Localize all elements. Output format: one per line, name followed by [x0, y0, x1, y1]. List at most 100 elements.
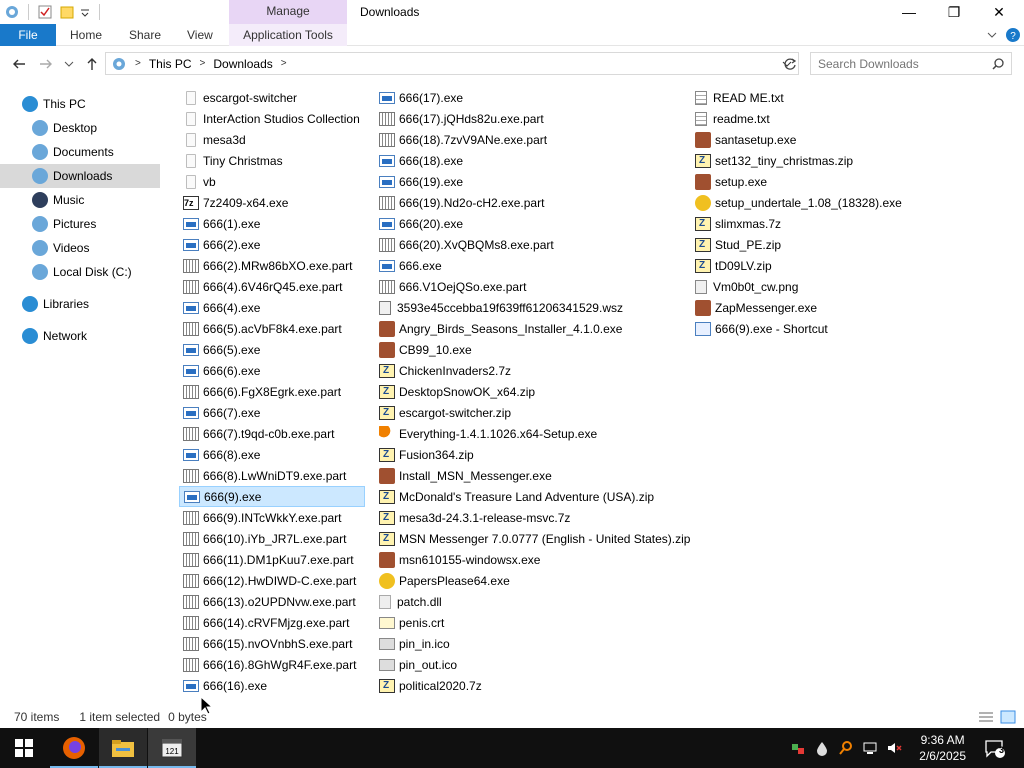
file-item[interactable]: escargot-switcher.zip: [375, 402, 685, 423]
file-item[interactable]: 3593e45ccebba19f639ff61206341529.wsz: [375, 297, 685, 318]
breadcrumb-separator[interactable]: >: [279, 58, 289, 69]
file-item[interactable]: Tiny Christmas: [179, 150, 364, 171]
nav-item-local-disk-c[interactable]: Local Disk (C:): [0, 260, 170, 284]
file-item[interactable]: 666(10).iYb_JR7L.exe.part: [179, 528, 364, 549]
file-item[interactable]: 666(11).DM1pKuu7.exe.part: [179, 549, 364, 570]
file-item[interactable]: 666(16).exe: [179, 675, 364, 696]
nav-item-pictures[interactable]: Pictures: [0, 212, 170, 236]
large-icons-view-icon[interactable]: [1000, 710, 1016, 724]
file-item[interactable]: 666(19).Nd2o-cH2.exe.part: [375, 192, 685, 213]
file-item[interactable]: PapersPlease64.exe: [375, 570, 685, 591]
file-item[interactable]: 666(9).exe - Shortcut: [691, 318, 991, 339]
expand-ribbon-icon[interactable]: [986, 29, 998, 41]
file-item[interactable]: 666(7).exe: [179, 402, 364, 423]
file-item[interactable]: patch.dll: [375, 591, 685, 612]
file-item[interactable]: pin_out.ico: [375, 654, 685, 675]
breadcrumb-separator[interactable]: >: [133, 58, 143, 69]
tab-share[interactable]: Share: [129, 24, 161, 46]
file-item[interactable]: READ ME.txt: [691, 87, 991, 108]
file-item[interactable]: 666(9).exe: [179, 486, 365, 507]
file-item[interactable]: 666(5).exe: [179, 339, 364, 360]
file-item[interactable]: 666(2).exe: [179, 234, 364, 255]
up-button[interactable]: [82, 54, 102, 74]
forward-button[interactable]: [36, 54, 56, 74]
file-item[interactable]: set132_tiny_christmas.zip: [691, 150, 991, 171]
file-item[interactable]: 666(6).FgX8Egrk.exe.part: [179, 381, 364, 402]
nav-item-this-pc[interactable]: This PC: [0, 92, 170, 116]
file-item[interactable]: Stud_PE.zip: [691, 234, 991, 255]
search-input[interactable]: [811, 56, 992, 71]
file-item[interactable]: Angry_Birds_Seasons_Installer_4.1.0.exe: [375, 318, 685, 339]
file-item[interactable]: 666(8).exe: [179, 444, 364, 465]
tab-application-tools[interactable]: Application Tools: [229, 24, 347, 46]
file-item[interactable]: escargot-switcher: [179, 87, 364, 108]
file-item[interactable]: slimxmas.7z: [691, 213, 991, 234]
file-item[interactable]: InterAction Studios Collection: [179, 108, 364, 129]
nav-item-documents[interactable]: Documents: [0, 140, 170, 164]
system-clock[interactable]: 9:36 AM 2/6/2025: [919, 732, 966, 764]
file-item[interactable]: 666(4).exe: [179, 297, 364, 318]
file-item[interactable]: setup.exe: [691, 171, 991, 192]
nav-item-downloads[interactable]: Downloads: [0, 164, 160, 188]
customize-qat-icon[interactable]: [79, 4, 91, 20]
file-item[interactable]: 666(20).XvQBQMs8.exe.part: [375, 234, 685, 255]
file-item[interactable]: pin_in.ico: [375, 633, 685, 654]
file-item[interactable]: 666(20).exe: [375, 213, 685, 234]
minimize-button[interactable]: —: [886, 0, 932, 24]
file-item[interactable]: vb: [179, 171, 364, 192]
properties-icon[interactable]: [37, 4, 53, 20]
tab-view[interactable]: View: [187, 24, 213, 46]
file-item[interactable]: 666.V1OejQSo.exe.part: [375, 276, 685, 297]
file-item[interactable]: ZapMessenger.exe: [691, 297, 991, 318]
new-folder-icon[interactable]: [59, 4, 75, 20]
file-item[interactable]: 666(14).cRVFMjzg.exe.part: [179, 612, 364, 633]
tab-home[interactable]: Home: [70, 24, 102, 46]
search-box[interactable]: [810, 52, 1012, 75]
file-item[interactable]: santasetup.exe: [691, 129, 991, 150]
file-item[interactable]: 666(1).exe: [179, 213, 364, 234]
details-view-icon[interactable]: [978, 710, 994, 724]
taskbar-firefox[interactable]: [50, 728, 98, 768]
file-item[interactable]: 666(6).exe: [179, 360, 364, 381]
maximize-button[interactable]: ❐: [931, 0, 977, 24]
taskbar-file-explorer[interactable]: [99, 728, 147, 768]
breadcrumb-downloads[interactable]: Downloads: [207, 57, 278, 71]
file-item[interactable]: political2020.7z: [375, 675, 685, 696]
file-item[interactable]: DesktopSnowOK_x64.zip: [375, 381, 685, 402]
close-button[interactable]: ✕: [976, 0, 1022, 24]
file-item[interactable]: 666.exe: [375, 255, 685, 276]
nav-item-music[interactable]: Music: [0, 188, 170, 212]
file-item[interactable]: mesa3d-24.3.1-release-msvc.7z: [375, 507, 685, 528]
start-button[interactable]: [0, 728, 48, 768]
tray-network-icon[interactable]: [862, 740, 878, 756]
file-item[interactable]: 666(9).INTcWkkY.exe.part: [179, 507, 364, 528]
explorer-app-icon[interactable]: [4, 4, 20, 20]
file-item[interactable]: Vm0b0t_cw.png: [691, 276, 991, 297]
file-item[interactable]: MSN Messenger 7.0.0777 (English - United…: [375, 528, 690, 549]
file-item[interactable]: 666(16).8GhWgR4F.exe.part: [179, 654, 364, 675]
search-icon[interactable]: [992, 57, 1004, 70]
file-item[interactable]: Fusion364.zip: [375, 444, 685, 465]
tray-network-adapter-icon[interactable]: [790, 740, 806, 756]
file-item[interactable]: setup_undertale_1.08_(18328).exe: [691, 192, 991, 213]
breadcrumb-this-pc[interactable]: This PC: [143, 57, 198, 71]
recent-locations-button[interactable]: [62, 54, 76, 74]
action-center-button[interactable]: 3: [970, 728, 1018, 768]
file-item[interactable]: 666(18).7zvV9ANe.exe.part: [375, 129, 685, 150]
nav-item-videos[interactable]: Videos: [0, 236, 170, 260]
file-item[interactable]: msn610155-windowsx.exe: [375, 549, 685, 570]
tray-volume-muted-icon[interactable]: [886, 740, 902, 756]
nav-item-desktop[interactable]: Desktop: [0, 116, 170, 140]
file-item[interactable]: Install_MSN_Messenger.exe: [375, 465, 685, 486]
file-item[interactable]: ChickenInvaders2.7z: [375, 360, 685, 381]
help-icon[interactable]: ?: [1005, 27, 1021, 43]
nav-item-libraries[interactable]: Libraries: [0, 292, 170, 316]
tray-everything-search-icon[interactable]: [838, 740, 854, 756]
file-item[interactable]: 666(4).6V46rQ45.exe.part: [179, 276, 364, 297]
file-item[interactable]: 666(15).nvOVnbhS.exe.part: [179, 633, 364, 654]
file-item[interactable]: penis.crt: [375, 612, 685, 633]
file-item[interactable]: 666(7).t9qd-c0b.exe.part: [179, 423, 364, 444]
file-item[interactable]: Everything-1.4.1.1026.x64-Setup.exe: [375, 423, 685, 444]
file-item[interactable]: 666(5).acVbF8k4.exe.part: [179, 318, 364, 339]
file-item[interactable]: CB99_10.exe: [375, 339, 685, 360]
